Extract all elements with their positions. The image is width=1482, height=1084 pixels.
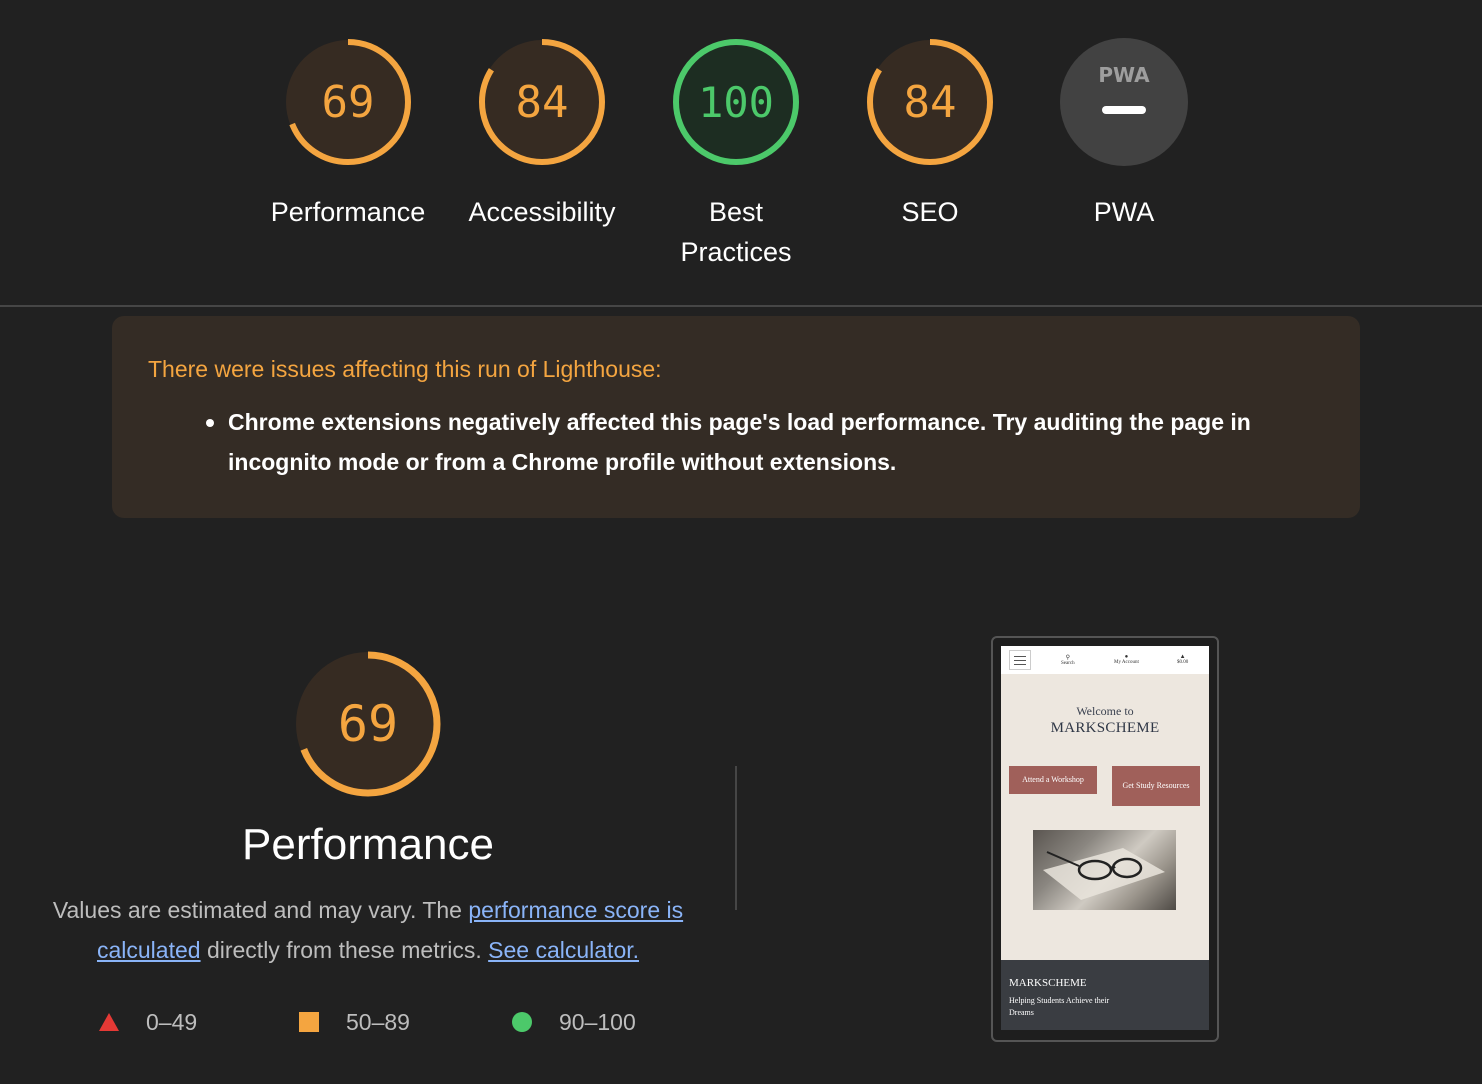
gauge-score: 100 [698, 78, 774, 127]
performance-description: Values are estimated and may vary. The p… [40, 890, 696, 970]
legend-fail: 0–49 [98, 1004, 197, 1040]
desc-text: Values are estimated and may vary. The [52, 897, 469, 923]
gauge-score: 69 [322, 77, 375, 128]
gauge-label: Performance [270, 197, 426, 227]
hero-image [1033, 830, 1176, 910]
performance-gauge: 69 [292, 648, 444, 805]
see-calculator-link[interactable]: See calculator. [488, 937, 639, 963]
hero-brand: MARKSCHEME [1050, 720, 1160, 736]
performance-title: Performance [242, 820, 494, 869]
gauge-performance[interactable]: 69 Performance [258, 36, 438, 232]
legend-range: 50–89 [346, 1008, 410, 1035]
footer-tagline: Helping Students Achieve their Dreams [1009, 996, 1110, 1017]
site-footer: MARKSCHEME Helping Students Achieve thei… [1001, 960, 1209, 1030]
gauge-best-practices[interactable]: 100 Best Practices [646, 36, 826, 272]
section-divider [0, 305, 1482, 307]
square-icon [299, 1012, 319, 1032]
gauge-ring: 69 [295, 651, 441, 797]
glasses-icon [1043, 848, 1165, 900]
gauge-label: Best Practices [680, 197, 792, 267]
gauge-accessibility[interactable]: 84 Accessibility [452, 36, 632, 232]
gauge-label: Accessibility [468, 197, 616, 227]
nav-search: ⚲ Search [1061, 655, 1075, 666]
gauge-pwa[interactable]: PWA PWA [1034, 36, 1214, 232]
run-warnings: There were issues affecting this run of … [112, 316, 1360, 518]
category-gauges: 69 Performance 84 Accessibility 100 Best… [0, 0, 1482, 306]
pwa-badge-icon: PWA [1060, 38, 1188, 166]
nav-cart: ▲ $0.00 [1177, 654, 1189, 665]
legend-average: 50–89 [298, 1004, 410, 1040]
desc-text: directly from these metrics. [200, 937, 489, 963]
gauge-label: PWA [1093, 197, 1155, 227]
attend-workshop-button: Attend a Workshop [1009, 766, 1097, 794]
legend-range: 90–100 [559, 1008, 636, 1035]
gauge-label: SEO [901, 197, 959, 227]
gauge-score: 84 [516, 77, 569, 128]
warning-title: There were issues affecting this run of … [148, 356, 662, 382]
legend-pass: 90–100 [511, 1004, 636, 1040]
triangle-icon [99, 1013, 119, 1031]
gauge-seo[interactable]: 84 SEO [840, 36, 1020, 232]
gauge-ring: 69 [285, 39, 411, 165]
circle-icon [512, 1012, 532, 1032]
warning-list: Chrome extensions negatively affected th… [206, 402, 1328, 482]
gauge-score: 69 [338, 695, 398, 753]
bullet-icon [206, 419, 214, 427]
search-icon: ⚲ [1065, 655, 1070, 661]
final-screenshot[interactable]: ⚲ Search ● My Account ▲ $0.00 Welcome to… [991, 636, 1219, 1042]
gauge-ring: 84 [479, 39, 605, 165]
site-nav: ⚲ Search ● My Account ▲ $0.00 [1001, 646, 1209, 674]
study-resources-button: Get Study Resources [1112, 766, 1200, 806]
warning-item: Chrome extensions negatively affected th… [228, 409, 1251, 475]
screenshot-viewport: ⚲ Search ● My Account ▲ $0.00 Welcome to… [1001, 646, 1209, 1030]
hero-welcome: Welcome to [1076, 704, 1134, 718]
footer-brand: MARKSCHEME [1009, 977, 1087, 989]
gauge-score: 84 [904, 77, 957, 128]
legend-range: 0–49 [146, 1008, 198, 1035]
vertical-divider [735, 766, 737, 910]
hamburger-icon [1009, 650, 1031, 670]
gauge-ring: 84 [867, 39, 993, 165]
pwa-badge-text: PWA [1098, 63, 1150, 87]
gauge-ring: 100 [673, 39, 799, 165]
nav-account: ● My Account [1114, 654, 1139, 665]
